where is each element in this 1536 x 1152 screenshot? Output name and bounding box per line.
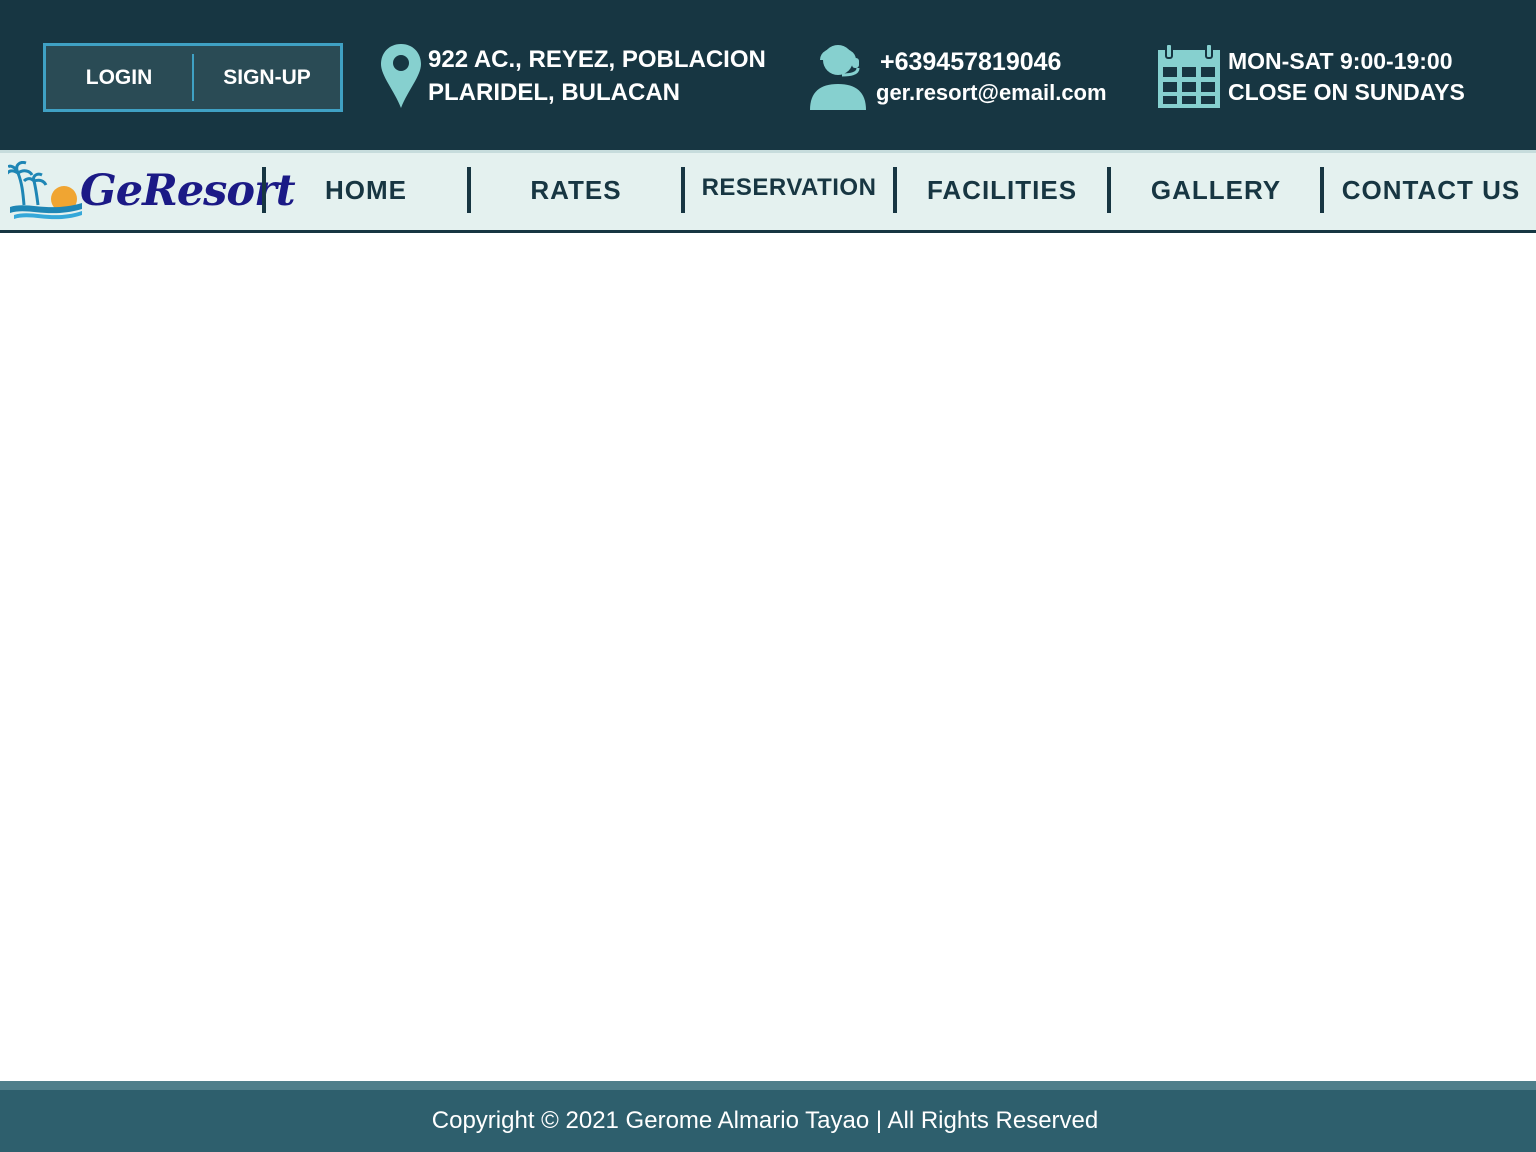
site-footer: Copyright © 2021 Gerome Almario Tayao | … [0, 1090, 1536, 1152]
nav-item-gallery[interactable]: GALLERY [1111, 167, 1321, 213]
hours-line-1: MON-SAT 9:00-19:00 [1228, 48, 1453, 74]
phone-number[interactable]: +639457819046 [876, 45, 1107, 79]
hours-line-2: CLOSE ON SUNDAYS [1228, 79, 1465, 105]
address-line-1: 922 AC., REYEZ, POBLACION [428, 46, 766, 73]
palm-sunset-waves-icon [8, 161, 84, 221]
nav-item-rates[interactable]: RATES [471, 167, 681, 213]
site-logo[interactable]: GeResort [8, 159, 296, 223]
email-address[interactable]: ger.resort@email.com [876, 79, 1107, 107]
auth-button-group: LOGIN SIGN-UP [43, 43, 343, 112]
address-line-2: PLARIDEL, BULACAN [428, 79, 680, 106]
map-pin-icon [380, 42, 422, 110]
nav-divider [1320, 167, 1324, 213]
footer-top-border [0, 1081, 1536, 1090]
login-button[interactable]: LOGIN [46, 46, 192, 109]
main-content-area [0, 233, 1536, 1081]
headset-support-icon [808, 40, 870, 112]
nav-item-home[interactable]: HOME [266, 167, 466, 213]
copyright-text: Copyright © 2021 Gerome Almario Tayao | … [431, 1107, 1099, 1134]
nav-item-facilities[interactable]: FACILITIES [897, 167, 1107, 213]
nav-item-reservation[interactable]: RESERVATION [685, 165, 893, 211]
nav-item-contact-us[interactable]: CONTACT US [1326, 167, 1536, 213]
top-info-bar: LOGIN SIGN-UP 922 AC., REYEZ, POBLACION … [0, 0, 1536, 150]
main-navigation: GeResort HOME RATES RESERVATION FACILITI… [0, 150, 1536, 233]
signup-button[interactable]: SIGN-UP [194, 46, 340, 109]
hours-block: MON-SAT 9:00-19:00 CLOSE ON SUNDAYS [1156, 44, 1465, 110]
calendar-icon [1156, 44, 1222, 110]
address-block: 922 AC., REYEZ, POBLACION PLARIDEL, BULA… [380, 42, 766, 110]
contact-block: +639457819046 ger.resort@email.com [808, 40, 1107, 112]
